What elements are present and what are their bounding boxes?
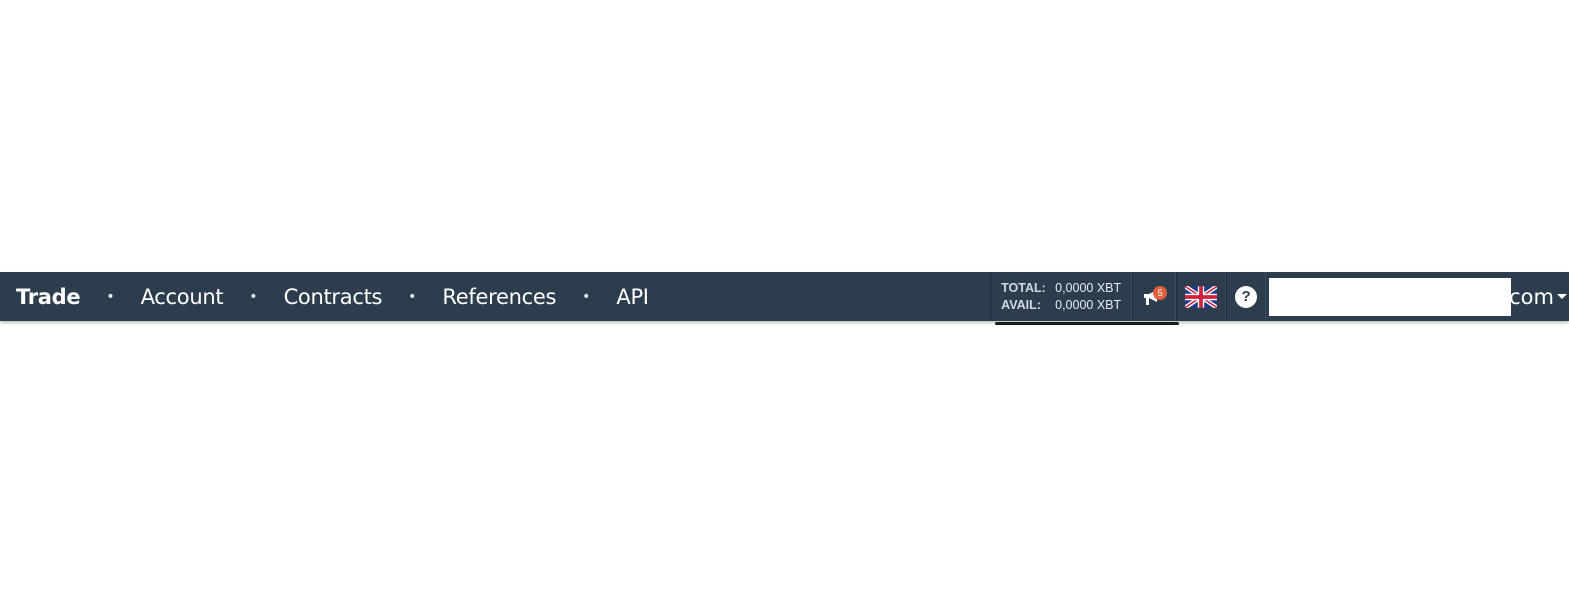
nav-separator: • bbox=[249, 288, 258, 305]
user-email-suffix: com bbox=[1509, 284, 1554, 309]
nav-trade[interactable]: Trade bbox=[16, 285, 81, 309]
uk-flag-icon bbox=[1185, 285, 1218, 308]
avail-value: 0,0000 XBT bbox=[1055, 297, 1122, 312]
nav-contracts[interactable]: Contracts bbox=[284, 285, 383, 309]
nav-account[interactable]: Account bbox=[141, 285, 224, 309]
balance-avail: AVAIL: 0,0000 XBT bbox=[1001, 297, 1121, 314]
notifications-button[interactable]: 5 bbox=[1132, 272, 1177, 321]
nav-separator: • bbox=[582, 288, 591, 305]
help-button[interactable]: ? bbox=[1226, 272, 1267, 321]
notification-count-badge: 5 bbox=[1153, 285, 1168, 300]
total-value: 0,0000 XBT bbox=[1055, 280, 1122, 295]
help-icon: ? bbox=[1235, 285, 1258, 308]
avail-label: AVAIL: bbox=[1001, 297, 1041, 312]
nav-api[interactable]: API bbox=[616, 285, 649, 309]
language-button[interactable] bbox=[1176, 272, 1227, 321]
user-menu[interactable]: com bbox=[1266, 272, 1569, 321]
top-navbar: Trade • Account • Contracts • References… bbox=[0, 272, 1569, 325]
redacted-email bbox=[1269, 277, 1512, 316]
main-nav: Trade • Account • Contracts • References… bbox=[0, 272, 649, 321]
nav-separator: • bbox=[106, 288, 115, 305]
nav-references[interactable]: References bbox=[442, 285, 556, 309]
nav-separator: • bbox=[408, 288, 417, 305]
chevron-down-icon bbox=[1557, 294, 1567, 299]
megaphone-icon: 5 bbox=[1141, 284, 1168, 310]
nav-right: TOTAL: 0,0000 XBT AVAIL: 0,0000 XBT 5 ? … bbox=[990, 272, 1569, 325]
balance-widget[interactable]: TOTAL: 0,0000 XBT AVAIL: 0,0000 XBT bbox=[990, 272, 1180, 325]
balance-total: TOTAL: 0,0000 XBT bbox=[1001, 280, 1121, 297]
total-label: TOTAL: bbox=[1001, 280, 1046, 295]
